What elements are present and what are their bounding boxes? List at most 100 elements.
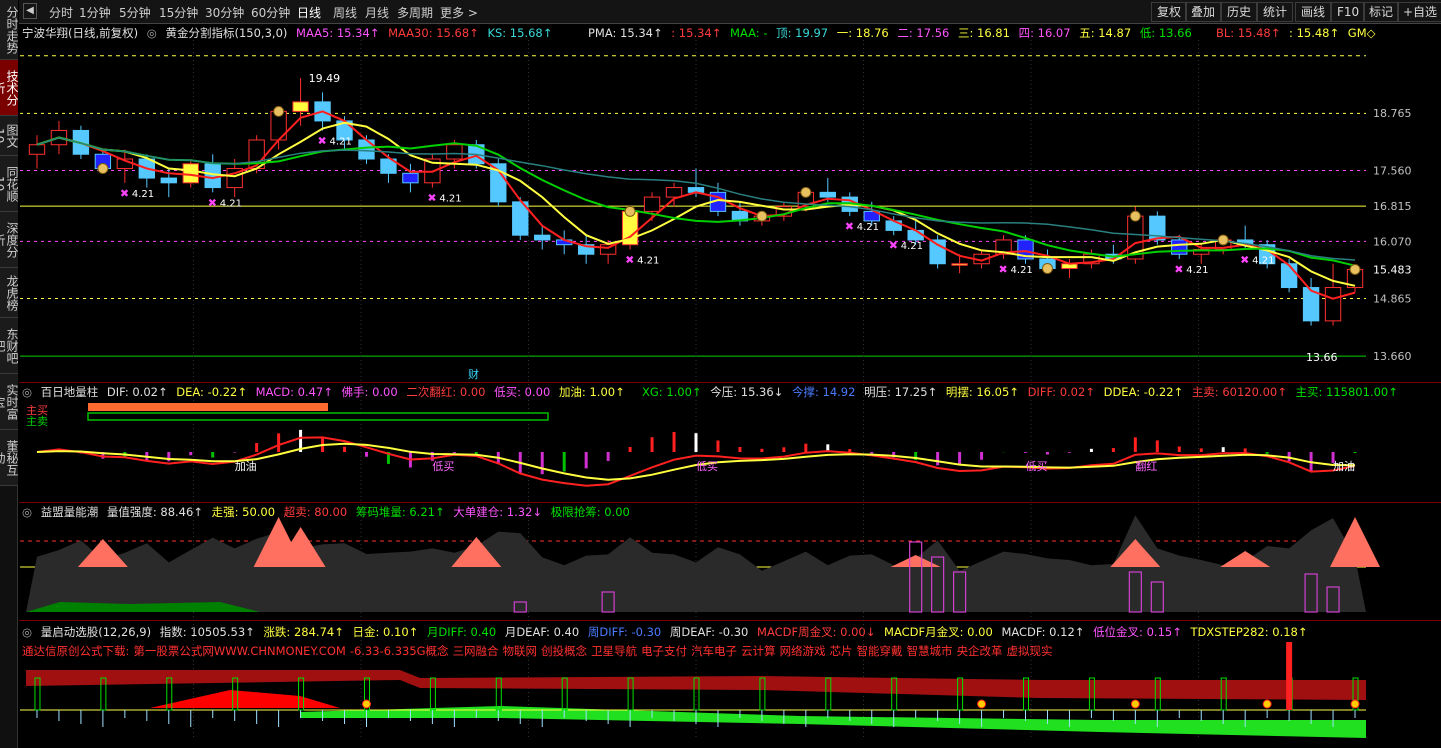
promo-tag[interactable]: 智慧城市 <box>907 644 953 658</box>
left-tab-item[interactable]: 深度分析 <box>0 212 18 268</box>
promo-tag[interactable]: 通达信原创公式下载: <box>22 644 129 658</box>
cross-marker: ✖ <box>318 134 327 147</box>
promo-tag[interactable]: 智能穿戴 <box>857 644 903 658</box>
yi-value: 一: 18.76 <box>836 26 889 40</box>
left-tab-item[interactable]: 董秘互动 <box>0 430 18 486</box>
signal-column <box>1286 677 1293 711</box>
promo-tag[interactable]: 虚拟现实 <box>1007 644 1053 658</box>
low-label: 13.66 <box>1306 351 1338 364</box>
panel-divider[interactable] <box>19 382 1441 383</box>
candle-body <box>819 191 836 198</box>
candle-body <box>248 139 265 170</box>
p2-diff: DIFF: 0.02↑ <box>1027 385 1095 399</box>
toolbar-button[interactable]: F10 <box>1331 2 1366 22</box>
left-tab-item[interactable]: 实时富宝 <box>0 374 18 430</box>
period-tab[interactable]: 1分钟 <box>79 4 111 21</box>
left-tab-item[interactable]: 龙虎榜 <box>0 268 18 318</box>
panel2-name[interactable]: 百日地量柱 <box>41 385 99 399</box>
promo-tag[interactable]: 创投概念 <box>541 644 587 658</box>
signal-column <box>232 677 239 711</box>
period-tab[interactable]: 30分钟 <box>205 4 244 21</box>
toolbar-button[interactable]: +自选 <box>1397 2 1441 22</box>
signal-tag: 低买 <box>696 460 718 473</box>
toolbar-button[interactable]: 画线 <box>1295 2 1332 22</box>
promo-tag[interactable]: 云计算 <box>741 644 776 658</box>
p2-zhumai: 主卖: 60120.00↑ <box>1191 385 1287 399</box>
ding-value: 顶: 19.97 <box>776 26 829 40</box>
p2-ddea: DDEA: -0.22↑ <box>1103 385 1184 399</box>
red-peak <box>150 690 340 708</box>
promo-tag[interactable]: 汽车电子 <box>691 644 737 658</box>
promo-tag[interactable]: 电子支付 <box>641 644 687 658</box>
indicator-settings-icon[interactable]: ◎ <box>147 26 157 40</box>
period-tab[interactable]: 多周期 <box>397 4 433 21</box>
left-tab-item[interactable]: 技术分析 <box>0 60 18 116</box>
p4-yuediff: 月DIFF: 0.40 <box>426 625 497 639</box>
promo-row: 通达信原创公式下载: 第一股票公式网WWW.CHNMONEY.COM -6.33-6… <box>22 643 1057 659</box>
period-tab[interactable]: 周线 <box>333 4 357 21</box>
left-tab-bar: 分时走势技术分析图文10同花顺10深度分析龙虎榜东财吧吧实时富宝董秘互动 <box>0 0 18 748</box>
promo-tag[interactable]: 网络游戏 <box>780 644 826 658</box>
period-tab[interactable]: 更多 > <box>440 4 478 21</box>
p3-dadan: 大单建仓: 1.32↓ <box>453 505 543 519</box>
panel-divider[interactable] <box>19 502 1441 503</box>
promo-tag[interactable]: -6.33-6.335G概念 <box>350 644 449 658</box>
period-tab[interactable]: 15分钟 <box>159 4 198 21</box>
candle-body <box>929 239 946 265</box>
toolbar-button[interactable]: 复权 <box>1151 2 1188 22</box>
panel4-settings-icon[interactable]: ◎ <box>22 625 32 639</box>
period-tab[interactable]: 60分钟 <box>251 4 290 21</box>
main-info-row: 宁波华翔(日线,前复权) ◎ 黄金分割指标(150,3,0) MAA5: 15.… <box>22 26 557 40</box>
promo-tag[interactable]: 卫星导航 <box>591 644 637 658</box>
toolbar-button[interactable]: 历史 <box>1221 2 1258 22</box>
toolbar-button[interactable]: 标记 <box>1363 2 1400 22</box>
signal-dot <box>1262 699 1272 709</box>
indicator-name[interactable]: 黄金分割指标(150,3,0) <box>166 26 288 40</box>
signal-column <box>363 677 370 711</box>
left-tab-item[interactable]: 同花顺10 <box>0 156 18 212</box>
left-tab-item[interactable]: 东财吧吧 <box>0 318 18 374</box>
period-tab[interactable]: 5分钟 <box>119 4 151 21</box>
toolbar-button[interactable]: 叠加 <box>1185 2 1222 22</box>
wu-value: 五: 14.87 <box>1079 26 1132 40</box>
p2-erci: 二次翻红: 0.00 <box>406 385 486 399</box>
panel3-settings-icon[interactable]: ◎ <box>22 505 32 519</box>
p2-jinya: 今压: 15.36↓ <box>710 385 784 399</box>
dif-line <box>36 436 1356 487</box>
candle-body <box>490 163 507 203</box>
p2-dea: DEA: -0.22↑ <box>176 385 247 399</box>
signal-column <box>34 677 41 711</box>
candle-body <box>50 129 68 146</box>
promo-tag[interactable]: 芯片 <box>830 644 853 658</box>
period-toolbar: ◀ 分时 1分钟 5分钟 15分钟 30分钟 60分钟 日线 周线 月线 多周期 更多 > 复权 叠加历… <box>19 0 1441 24</box>
p3-zouqiang: 走强: 50.00 <box>211 505 276 519</box>
zhumai-tag: 主买 <box>26 404 48 417</box>
signal-column <box>759 677 766 711</box>
left-tab-item[interactable]: 分时走势 <box>0 0 18 60</box>
signal-column <box>1023 677 1030 711</box>
period-tab[interactable]: 月线 <box>365 4 389 21</box>
stock-name[interactable]: 宁波华翔(日线,前复权) <box>22 26 138 40</box>
toolbar-button[interactable]: 统计 <box>1257 2 1294 22</box>
signal-column <box>627 677 634 711</box>
promo-tag[interactable]: 三网融合 <box>453 644 499 658</box>
period-tab[interactable]: 日线 <box>297 4 321 21</box>
candle-body <box>1193 248 1210 255</box>
dadan-bar <box>1304 573 1318 613</box>
signal-column <box>561 677 568 711</box>
panel2-settings-icon[interactable]: ◎ <box>22 385 32 399</box>
panel3-chart <box>20 515 1381 613</box>
cross-marker: ✖ <box>1240 253 1249 266</box>
promo-tag[interactable]: 第一股票公式网WWW.CHNMONEY.COM <box>133 644 345 658</box>
p4-zhishu: 指数: 10505.53↑ <box>159 625 255 639</box>
promo-tag[interactable]: 央企改革 <box>957 644 1003 658</box>
left-tab-item[interactable]: 图文10 <box>0 116 18 156</box>
ks-value: KS: 15.68↑ <box>487 26 553 40</box>
panel4-name[interactable]: 量启动选股(12,26,9) <box>41 625 151 639</box>
panel-divider[interactable] <box>19 620 1441 621</box>
scroll-left-icon[interactable]: ◀ <box>23 3 37 19</box>
promo-tag[interactable]: 物联网 <box>503 644 538 658</box>
candle-body <box>512 201 529 236</box>
period-tab[interactable]: 分时 <box>49 4 73 21</box>
panel3-name[interactable]: 益盟量能潮 <box>41 505 99 519</box>
